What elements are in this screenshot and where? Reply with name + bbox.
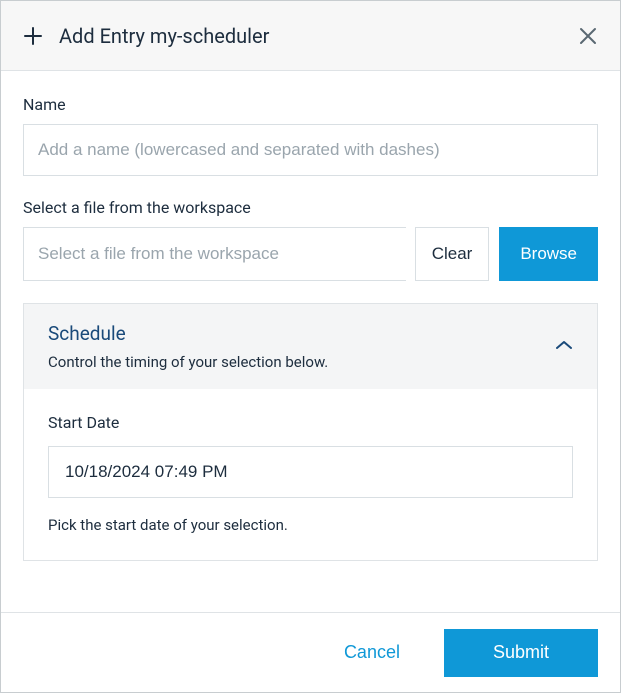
cancel-button[interactable]: Cancel (334, 634, 410, 671)
name-field: Name (23, 95, 598, 176)
plus-icon (23, 26, 43, 46)
name-label: Name (23, 95, 598, 114)
start-date-input[interactable] (48, 446, 573, 498)
close-icon[interactable] (576, 24, 600, 48)
start-date-label: Start Date (48, 413, 573, 432)
schedule-panel-header-text: Schedule Control the timing of your sele… (48, 322, 555, 371)
add-entry-dialog: Add Entry my-scheduler Name Select a fil… (0, 0, 621, 693)
schedule-subtitle: Control the timing of your selection bel… (48, 353, 555, 371)
browse-button[interactable]: Browse (499, 227, 598, 281)
schedule-panel-header[interactable]: Schedule Control the timing of your sele… (24, 304, 597, 389)
schedule-panel-body: Start Date Pick the start date of your s… (24, 389, 597, 560)
name-input[interactable] (23, 124, 598, 176)
schedule-panel: Schedule Control the timing of your sele… (23, 303, 598, 561)
submit-button[interactable]: Submit (444, 629, 598, 677)
file-input[interactable] (23, 227, 406, 281)
file-label: Select a file from the workspace (23, 198, 598, 217)
start-date-help: Pick the start date of your selection. (48, 516, 573, 534)
clear-button[interactable]: Clear (415, 227, 490, 281)
dialog-header: Add Entry my-scheduler (1, 1, 620, 71)
chevron-up-icon (555, 336, 573, 354)
file-row: Clear Browse (23, 227, 598, 281)
dialog-body: Name Select a file from the workspace Cl… (1, 71, 620, 612)
dialog-title: Add Entry my-scheduler (59, 24, 576, 48)
schedule-title: Schedule (48, 322, 555, 345)
file-field: Select a file from the workspace Clear B… (23, 198, 598, 281)
dialog-footer: Cancel Submit (1, 612, 620, 692)
